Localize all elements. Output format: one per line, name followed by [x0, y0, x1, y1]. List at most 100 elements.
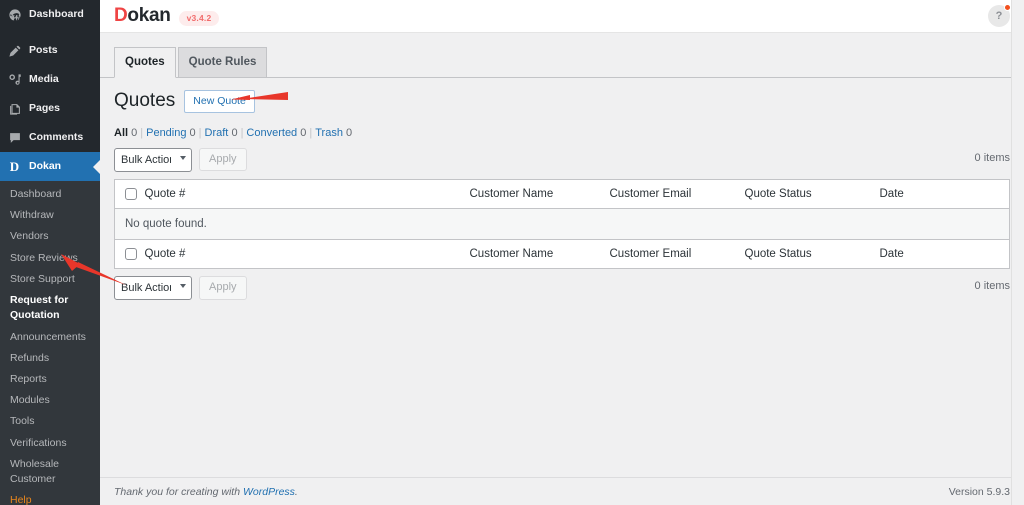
pages-icon — [7, 101, 22, 116]
status-filter-converted: Converted 0 | — [246, 127, 315, 139]
status-link-pending[interactable]: Pending — [146, 127, 186, 139]
select-all-checkbox-top[interactable] — [125, 187, 137, 200]
no-items-message: No quote found. — [114, 208, 1010, 240]
version-badge: v3.4.2 — [178, 10, 220, 26]
sidebar-subitem-dashboard[interactable]: Dashboard — [0, 184, 100, 205]
media-icon — [7, 72, 22, 87]
dashboard-icon — [7, 7, 22, 22]
sidebar-item-label: Media — [29, 72, 59, 85]
table-footer-row: Quote # Customer Name Customer Email Quo… — [114, 238, 1010, 269]
dokan-logo-rest: okan — [127, 5, 171, 26]
status-count-pending: 0 — [189, 126, 196, 139]
status-count-draft: 0 — [231, 126, 238, 139]
sidebar-subitem-refunds[interactable]: Refunds — [0, 348, 100, 369]
sidebar-subitem-store-support[interactable]: Store Support — [0, 269, 100, 290]
dokan-d-glyph: D — [9, 159, 20, 174]
help-button[interactable]: ? — [988, 4, 1011, 27]
sidebar-item-posts[interactable]: Posts — [0, 36, 100, 65]
sidebar-item-label: Comments — [29, 130, 84, 143]
column-date-footer[interactable]: Date — [879, 238, 1010, 269]
column-quote-number-footer[interactable]: Quote # — [144, 238, 470, 269]
bulk-actions-select-top[interactable]: Bulk Actions — [114, 147, 192, 172]
sidebar-subitem-announcements[interactable]: Announcements — [0, 327, 100, 348]
apply-button-top[interactable]: Apply — [199, 148, 247, 172]
tablenav-bottom: Bulk Actions Apply 0 items — [114, 273, 1010, 303]
column-customer-name-footer[interactable]: Customer Name — [469, 238, 610, 269]
sidebar-subitem-verifications[interactable]: Verifications — [0, 433, 100, 454]
sidebar-subitem-modules[interactable]: Modules — [0, 390, 100, 411]
page-scrollbar[interactable] — [1011, 0, 1024, 505]
admin-footer: Thank you for creating with WordPress. V… — [100, 477, 1024, 505]
admin-sidebar: Dashboard Posts Media Pages Comments D D… — [0, 0, 100, 505]
table-body: No quote found. — [114, 208, 1010, 240]
sidebar-item-label: Pages — [29, 101, 60, 114]
sidebar-item-label: Dashboard — [29, 7, 84, 20]
status-link-trash[interactable]: Trash — [315, 127, 343, 139]
dokan-d-icon: D — [7, 159, 22, 174]
dokan-submenu: Dashboard Withdraw Vendors Store Reviews… — [0, 181, 100, 505]
apply-button-bottom[interactable]: Apply — [199, 276, 247, 300]
status-link-draft[interactable]: Draft — [205, 127, 229, 139]
wordpress-link[interactable]: WordPress — [243, 486, 295, 498]
sidebar-item-dashboard[interactable]: Dashboard — [0, 0, 100, 29]
footer-thanks: Thank you for creating with WordPress. — [114, 486, 298, 498]
table-row-empty: No quote found. — [114, 208, 1010, 240]
column-date[interactable]: Date — [879, 179, 1010, 209]
status-sep: | — [309, 126, 313, 139]
bulk-actions-select-bottom[interactable]: Bulk Actions — [114, 275, 192, 300]
dokan-header: Dokan v3.4.2 ? — [100, 0, 1024, 33]
sidebar-subitem-request-for-quotation[interactable]: Request for Quotation — [0, 290, 100, 326]
footer-thanks-suffix: . — [294, 485, 298, 498]
admin-body: Dokan v3.4.2 ? Quotes Quote Rules Quotes … — [100, 0, 1024, 505]
status-filter-trash: Trash 0 — [315, 127, 352, 139]
tab-quotes[interactable]: Quotes — [114, 47, 176, 79]
column-customer-name[interactable]: Customer Name — [469, 179, 610, 209]
sidebar-subitem-vendors[interactable]: Vendors — [0, 226, 100, 247]
status-filter-pending: Pending 0 | — [146, 127, 204, 139]
sidebar-subitem-help[interactable]: Help — [0, 490, 100, 505]
select-all-header-bottom — [114, 238, 145, 269]
footer-version: Version 5.9.3 — [948, 485, 1010, 498]
sidebar-item-label: Dokan — [29, 159, 62, 172]
status-link-all[interactable]: All — [114, 127, 128, 139]
page-title: Quotes — [114, 90, 176, 112]
tablenav-top: Bulk Actions Apply 0 items — [114, 145, 1010, 175]
column-customer-email-footer[interactable]: Customer Email — [609, 238, 745, 269]
posts-pin-icon — [7, 43, 22, 58]
quotes-table: Quote # Customer Name Customer Email Quo… — [114, 178, 1010, 269]
sidebar-item-label: Posts — [29, 43, 58, 56]
sidebar-item-dokan[interactable]: D Dokan — [0, 152, 100, 181]
column-customer-email[interactable]: Customer Email — [609, 179, 745, 209]
sidebar-subitem-tools[interactable]: Tools — [0, 411, 100, 432]
sidebar-item-media[interactable]: Media — [0, 65, 100, 94]
status-filter-draft: Draft 0 | — [205, 127, 247, 139]
tab-bar: Quotes Quote Rules — [100, 33, 1024, 79]
new-quote-button[interactable]: New Quote — [184, 90, 255, 113]
table-foot: Quote # Customer Name Customer Email Quo… — [114, 238, 1010, 269]
column-quote-status-footer[interactable]: Quote Status — [744, 238, 880, 269]
footer-thanks-prefix: Thank you for creating with — [114, 485, 243, 498]
sidebar-subitem-store-reviews[interactable]: Store Reviews — [0, 248, 100, 269]
sidebar-item-pages[interactable]: Pages — [0, 94, 100, 123]
dokan-brand: Dokan v3.4.2 — [114, 5, 220, 27]
dokan-logo: Dokan — [114, 5, 171, 27]
sidebar-item-comments[interactable]: Comments — [0, 123, 100, 152]
status-link-converted[interactable]: Converted — [246, 127, 297, 139]
items-count-top: 0 items — [974, 151, 1010, 164]
sidebar-subitem-wholesale-customer[interactable]: Wholesale Customer — [0, 454, 100, 490]
status-sep: | — [140, 126, 144, 139]
column-quote-number[interactable]: Quote # — [144, 179, 470, 209]
column-quote-status[interactable]: Quote Status — [744, 179, 880, 209]
status-count-trash: 0 — [346, 126, 353, 139]
table-head: Quote # Customer Name Customer Email Quo… — [114, 179, 1010, 209]
select-all-header-top — [114, 179, 145, 209]
sidebar-subitem-reports[interactable]: Reports — [0, 369, 100, 390]
table-header-row: Quote # Customer Name Customer Email Quo… — [114, 179, 1010, 209]
select-all-checkbox-bottom[interactable] — [125, 247, 137, 260]
sidebar-subitem-withdraw[interactable]: Withdraw — [0, 205, 100, 226]
tab-quote-rules[interactable]: Quote Rules — [177, 47, 268, 78]
status-sep: | — [198, 126, 202, 139]
help-icon: ? — [995, 10, 1003, 22]
bulk-actions-wrapper: Bulk Actions — [114, 147, 192, 172]
bulk-actions-wrapper-bottom: Bulk Actions — [114, 275, 192, 300]
